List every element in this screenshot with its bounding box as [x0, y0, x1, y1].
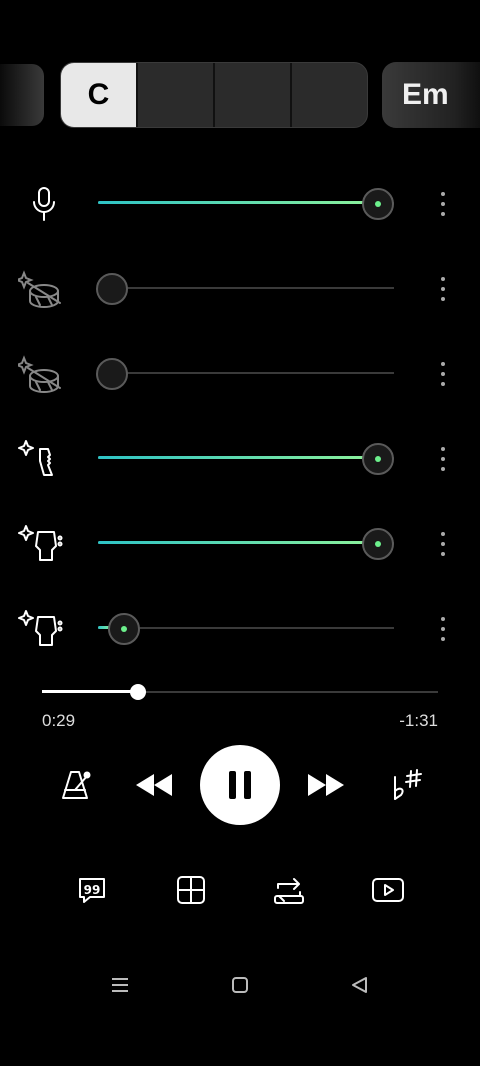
knob-indicator: [375, 456, 381, 462]
chord-strip: C Em: [0, 62, 480, 128]
bass-guitar-icon[interactable]: [18, 437, 66, 481]
chord-grid-button[interactable]: [171, 870, 211, 910]
volume-slider-knob[interactable]: [362, 528, 394, 560]
track-row-vocals: [0, 178, 480, 228]
metronome-button[interactable]: [56, 765, 96, 805]
square-icon: [232, 977, 248, 993]
volume-slider-track[interactable]: [98, 287, 394, 289]
rewind-icon: [136, 774, 172, 796]
next-chord[interactable]: Em: [382, 62, 480, 128]
volume-slider-fill: [98, 201, 378, 204]
chord-beat[interactable]: [215, 63, 292, 127]
transpose-button[interactable]: [384, 765, 428, 805]
progress-fill: [42, 690, 138, 693]
more-options-button[interactable]: [434, 360, 452, 388]
volume-slider-knob[interactable]: [96, 273, 128, 305]
fast-forward-button[interactable]: [302, 765, 350, 805]
volume-slider-track[interactable]: [98, 372, 394, 374]
more-options-button[interactable]: [434, 190, 452, 218]
recent-apps-button[interactable]: [105, 970, 135, 1000]
volume-slider-fill: [98, 456, 378, 459]
guitar-icon[interactable]: [18, 522, 66, 566]
back-button[interactable]: [345, 970, 375, 1000]
video-play-icon: [372, 878, 404, 902]
more-options-button[interactable]: [434, 615, 452, 643]
track-row-guitar: [0, 518, 480, 568]
lyrics-icon: 99: [79, 878, 105, 903]
pause-icon: [229, 771, 251, 799]
drum-muted-icon[interactable]: [14, 267, 66, 311]
menu-icon: [112, 978, 128, 992]
playback-progress[interactable]: [42, 680, 438, 704]
track-row-guitar-2: [0, 603, 480, 653]
knob-indicator: [375, 201, 381, 207]
track-row-drums-2: [0, 348, 480, 398]
more-options-button[interactable]: [434, 275, 452, 303]
grid-icon: [177, 876, 205, 904]
flat-sharp-icon: [394, 769, 422, 800]
chord-beat[interactable]: [138, 63, 215, 127]
back-triangle-icon: [352, 977, 367, 993]
drum-muted-icon[interactable]: [14, 352, 66, 396]
guitar-icon[interactable]: [18, 607, 66, 651]
loop-button[interactable]: [269, 870, 309, 910]
elapsed-time: 0:29: [42, 711, 76, 730]
volume-slider-knob[interactable]: [362, 188, 394, 220]
current-chord-bar[interactable]: C: [60, 62, 368, 128]
volume-slider-knob[interactable]: [96, 358, 128, 390]
track-row-drums: [0, 263, 480, 313]
rewind-button[interactable]: [130, 765, 178, 805]
volume-slider-track[interactable]: [98, 627, 394, 629]
track-row-bass: [0, 433, 480, 483]
svg-text:99: 99: [84, 883, 101, 897]
microphone-icon[interactable]: [18, 182, 66, 226]
fast-forward-icon: [308, 774, 344, 796]
more-options-button[interactable]: [434, 445, 452, 473]
progress-knob[interactable]: [130, 684, 146, 700]
volume-slider-fill: [98, 541, 378, 544]
chord-beat[interactable]: [292, 63, 367, 127]
metronome-icon: [62, 771, 91, 799]
lyrics-button[interactable]: 99: [72, 870, 112, 910]
knob-indicator: [375, 541, 381, 547]
volume-slider-knob[interactable]: [108, 613, 140, 645]
knob-indicator: [121, 626, 127, 632]
loop-icon: [274, 878, 304, 904]
pause-button[interactable]: [200, 745, 280, 825]
volume-slider-knob[interactable]: [362, 443, 394, 475]
remaining-time: -1:31: [399, 711, 438, 730]
video-button[interactable]: [368, 870, 408, 910]
more-options-button[interactable]: [434, 530, 452, 558]
home-button[interactable]: [225, 970, 255, 1000]
chord-beat-current[interactable]: C: [61, 63, 138, 127]
previous-chord[interactable]: [0, 64, 44, 126]
